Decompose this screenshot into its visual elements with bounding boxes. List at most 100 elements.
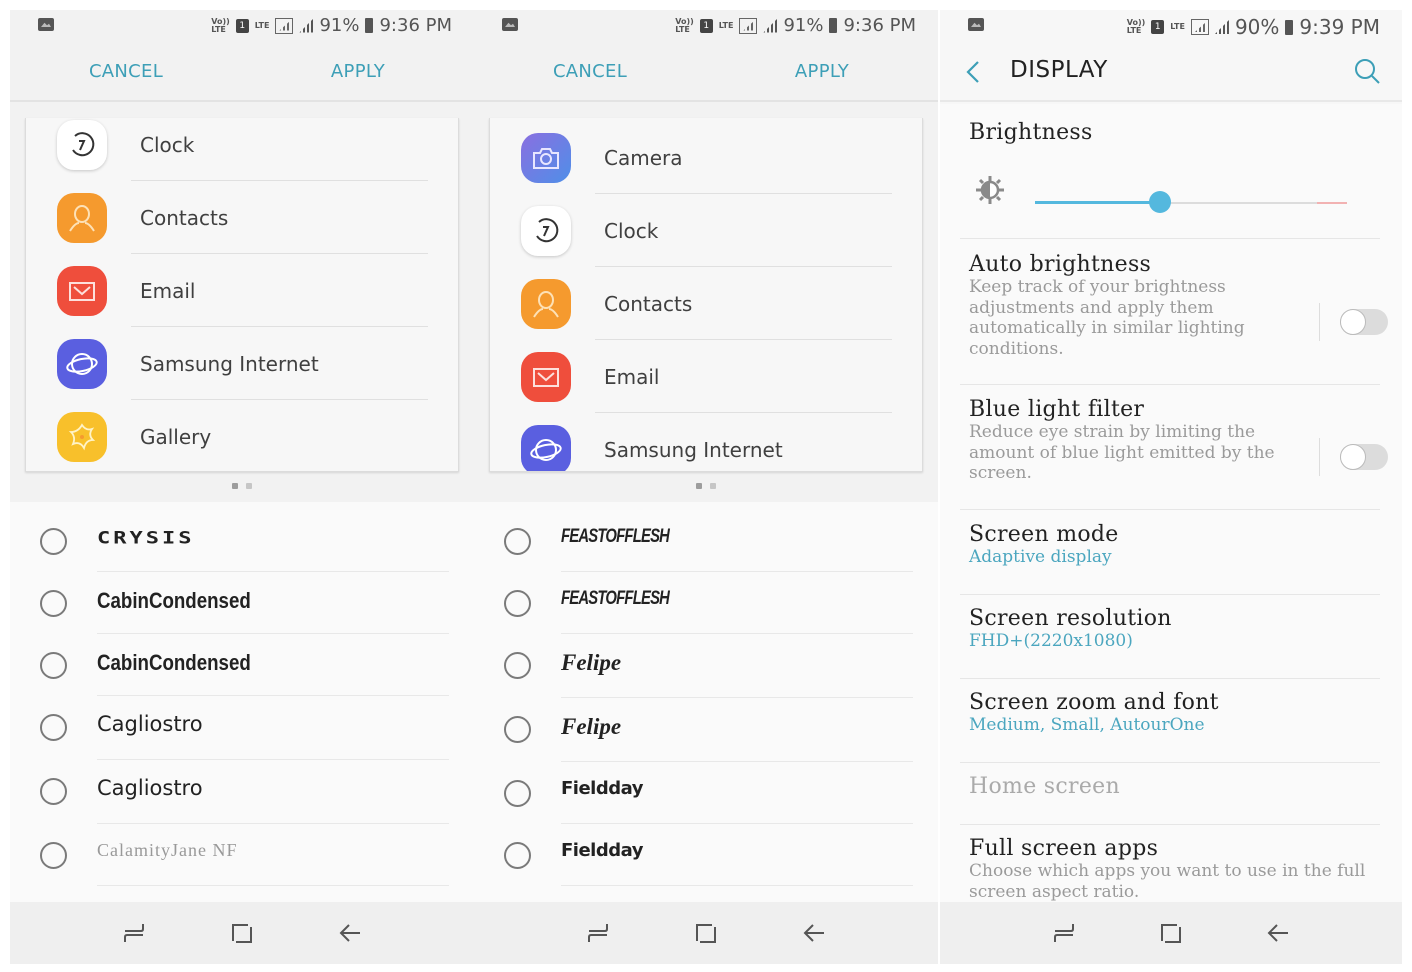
- font-item[interactable]: Fieldday: [474, 824, 938, 886]
- font-item[interactable]: CabinCondensed: [10, 572, 474, 634]
- clock-time: 9:36 PM: [379, 15, 452, 36]
- app-preview-list: Camera Clock Contacts Email Samsung Inte…: [489, 118, 923, 472]
- clock-time: 9:39 PM: [1299, 15, 1380, 39]
- font-list: CRYSIS CabinCondensed CabinCondensed Cag…: [10, 502, 474, 902]
- lte-icon: LTE: [718, 20, 734, 30]
- recent-apps-button[interactable]: [578, 913, 618, 953]
- screen-zoom-font-item[interactable]: Screen zoom and font Medium, Small, Auto…: [969, 690, 1380, 735]
- status-bar: Vo)) LTE 1 LTE 91% 9:36 PM: [10, 10, 474, 42]
- apply-button[interactable]: APPLY: [242, 61, 474, 82]
- home-screen-title: Home screen: [969, 774, 1120, 799]
- font-item[interactable]: CalamityJane NF: [10, 824, 474, 886]
- brightness-title: Brightness: [969, 120, 1093, 145]
- divider: [960, 824, 1380, 825]
- page-dot[interactable]: [710, 483, 716, 489]
- screen-mode-value: Adaptive display: [969, 547, 1112, 567]
- screen-resolution-value: FHD+(2220x1080): [969, 631, 1133, 651]
- font-item[interactable]: Fieldday: [474, 762, 938, 824]
- font-item[interactable]: Felipe: [474, 698, 938, 762]
- email-icon: [57, 265, 107, 316]
- font-radio[interactable]: [504, 590, 531, 617]
- font-radio[interactable]: [504, 842, 531, 869]
- back-button[interactable]: [330, 913, 370, 953]
- full-screen-apps-item[interactable]: Full screen apps Choose which apps you w…: [969, 836, 1380, 902]
- cancel-button[interactable]: CANCEL: [10, 61, 242, 82]
- cancel-button[interactable]: CANCEL: [474, 61, 706, 82]
- home-button[interactable]: [222, 913, 262, 953]
- blue-light-filter-item[interactable]: Blue light filter Reduce eye strain by l…: [969, 397, 1292, 484]
- auto-brightness-item[interactable]: Auto brightness Keep track of your brigh…: [969, 252, 1292, 359]
- signal-bars-icon: [1214, 20, 1229, 34]
- app-preview-list: Clock Contacts Email Samsung Internet Ga…: [25, 118, 459, 472]
- search-icon[interactable]: [1352, 56, 1382, 86]
- slider-thumb[interactable]: [1148, 191, 1171, 213]
- home-button[interactable]: [1151, 913, 1191, 953]
- page-dot[interactable]: [246, 483, 252, 489]
- toggle-knob: [1340, 444, 1366, 470]
- blue-light-title: Blue light filter: [969, 397, 1145, 422]
- page-indicator: [474, 483, 938, 489]
- back-button[interactable]: [794, 913, 834, 953]
- font-radio[interactable]: [40, 842, 67, 869]
- app-label: Samsung Internet: [140, 351, 319, 376]
- font-name: Felipe: [561, 650, 622, 675]
- font-radio[interactable]: [40, 652, 67, 679]
- page-dot-active[interactable]: [696, 483, 702, 489]
- font-item[interactable]: Cagliostro: [10, 760, 474, 824]
- vertical-divider: [1319, 303, 1320, 341]
- font-item[interactable]: FEASTOFFLESH: [474, 572, 938, 634]
- font-radio[interactable]: [40, 778, 67, 805]
- lte-icon: LTE: [254, 20, 270, 30]
- brightness-icon: [976, 176, 1004, 204]
- sim-icon: 1: [235, 18, 249, 33]
- font-item[interactable]: FEASTOFFLESH: [474, 510, 938, 572]
- font-radio[interactable]: [40, 528, 67, 555]
- font-picker-screen-1: Vo)) LTE 1 LTE 91% 9:36 PM CANCEL APPLY C…: [10, 10, 474, 964]
- app-item: Clock: [26, 118, 458, 181]
- app-item: Contacts: [490, 267, 922, 340]
- page-dot-active[interactable]: [232, 483, 238, 489]
- font-name: Cagliostro: [97, 776, 203, 800]
- blue-light-description: Reduce eye strain by limiting the amount…: [969, 422, 1275, 483]
- font-item[interactable]: CabinCondensed: [10, 634, 474, 696]
- font-name: CabinCondensed: [97, 650, 251, 675]
- font-name: Fieldday: [561, 840, 643, 861]
- battery-percent: 90%: [1234, 15, 1280, 39]
- battery-percent: 91%: [783, 15, 824, 36]
- font-list: FEASTOFFLESH FEASTOFFLESH Felipe Felipe: [474, 502, 938, 902]
- apply-button[interactable]: APPLY: [706, 61, 938, 82]
- samsung-internet-icon: [521, 424, 571, 471]
- font-item[interactable]: Felipe: [474, 634, 938, 698]
- battery-icon: [365, 18, 374, 33]
- font-radio[interactable]: [504, 652, 531, 679]
- font-item[interactable]: Cagliostro: [10, 696, 474, 760]
- back-button[interactable]: [1258, 913, 1298, 953]
- screen-resolution-item[interactable]: Screen resolution FHD+(2220x1080): [969, 606, 1380, 651]
- action-bar: CANCEL APPLY: [474, 42, 938, 102]
- back-arrow-icon[interactable]: [962, 58, 986, 86]
- full-screen-apps-title: Full screen apps: [969, 836, 1159, 861]
- vertical-divider: [1319, 438, 1320, 476]
- font-radio[interactable]: [504, 716, 531, 743]
- home-screen-item[interactable]: Home screen: [969, 774, 1380, 799]
- recent-apps-button[interactable]: [114, 913, 154, 953]
- font-item[interactable]: CRYSIS: [10, 510, 474, 572]
- contacts-icon: [521, 278, 571, 329]
- home-button[interactable]: [686, 913, 726, 953]
- screen-mode-item[interactable]: Screen mode Adaptive display: [969, 522, 1380, 567]
- app-label: Clock: [604, 218, 659, 243]
- recent-apps-button[interactable]: [1044, 913, 1084, 953]
- email-icon: [521, 351, 571, 402]
- font-radio[interactable]: [40, 714, 67, 741]
- blue-light-toggle[interactable]: [1340, 444, 1388, 470]
- app-label: Clock: [140, 132, 195, 157]
- brightness-slider[interactable]: [1035, 191, 1347, 213]
- font-radio[interactable]: [504, 528, 531, 555]
- font-radio[interactable]: [40, 590, 67, 617]
- auto-brightness-toggle[interactable]: [1340, 309, 1388, 335]
- font-radio[interactable]: [504, 780, 531, 807]
- home-icon: [696, 924, 716, 943]
- image-notification-icon: [502, 18, 518, 31]
- page-indicator: [10, 483, 474, 489]
- clock-icon: [521, 205, 571, 256]
